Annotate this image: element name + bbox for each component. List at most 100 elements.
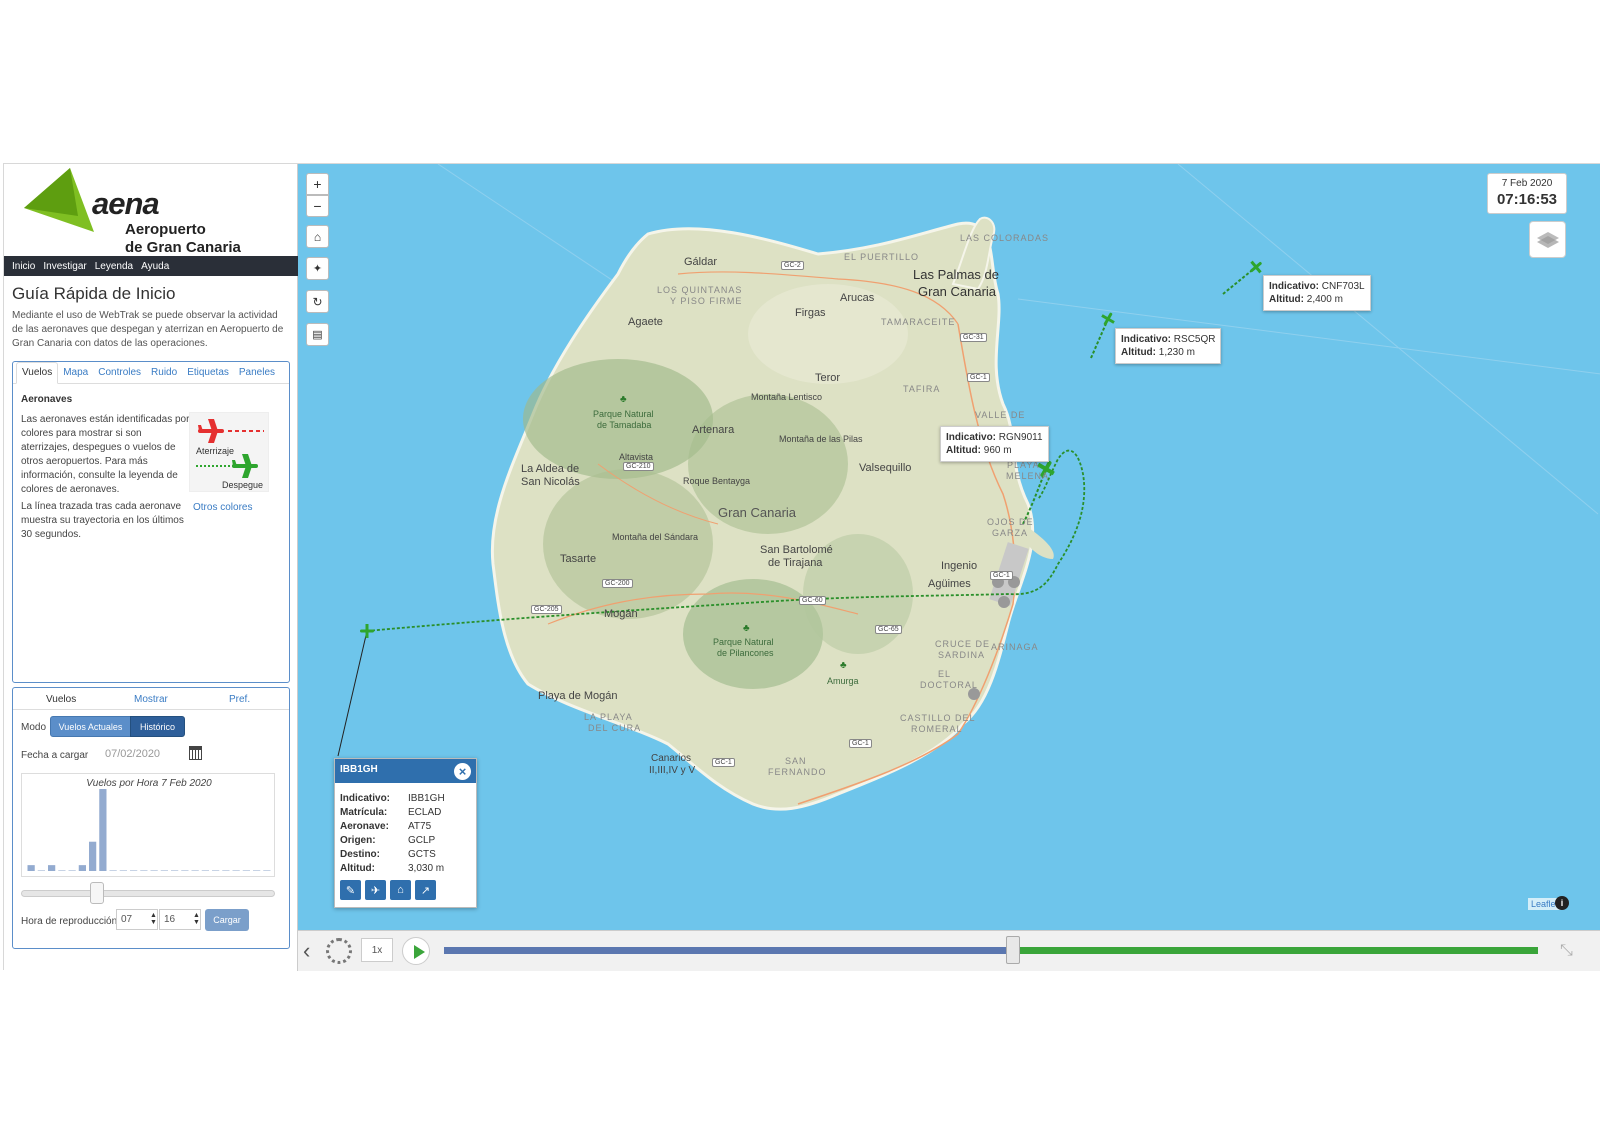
minute-spinner-icon[interactable]: ▲ ▼ xyxy=(193,912,200,926)
place-cura-1: LA PLAYA xyxy=(584,712,633,722)
tooltip-callsign: RGN9011 xyxy=(998,432,1043,443)
place-aguimes: Agüimes xyxy=(928,578,971,590)
histogram-bar xyxy=(78,865,86,871)
place-la-aldea-1: La Aldea de xyxy=(521,463,580,475)
comment-icon[interactable]: ✎ xyxy=(340,880,361,900)
histogram-bar xyxy=(130,870,138,871)
road-shield: GC-60 xyxy=(799,596,826,605)
table-row: Destino: GCTS xyxy=(340,849,436,860)
place-valsequillo: Valsequillo xyxy=(859,462,912,474)
other-colors-link[interactable]: Otros colores xyxy=(193,502,252,513)
tab-ruido[interactable]: Ruido xyxy=(146,367,182,383)
nav-investigar[interactable]: Investigar xyxy=(43,261,86,272)
home-icon[interactable]: ⌂ xyxy=(306,225,329,248)
home-icon[interactable]: ⌂ xyxy=(390,880,411,900)
place-la-aldea-2: San Nicolás xyxy=(521,476,580,488)
aircraft-color-legend: Aterrizaje Despegue xyxy=(189,412,269,492)
tooltip-rgn9011: Indicativo: RGN9011 Altitud: 960 m xyxy=(940,426,1049,462)
place-ingenio: Ingenio xyxy=(941,560,978,572)
expand-icon[interactable]: ⤡ xyxy=(1560,942,1573,960)
histogram-bar xyxy=(119,870,127,871)
hour-spinner-icon[interactable]: ▲ ▼ xyxy=(150,912,157,926)
play-button[interactable] xyxy=(402,937,430,965)
tab-paneles[interactable]: Paneles xyxy=(234,367,280,383)
noise-monitor-icon[interactable] xyxy=(998,596,1010,608)
place-playa-mogan: Playa de Mogán xyxy=(538,690,618,702)
table-row: Origen: GCLP xyxy=(340,835,436,846)
tooltip-altitude: 1,230 m xyxy=(1158,347,1195,358)
histogram-bar xyxy=(89,841,97,871)
place-arinaga: ARINAGA xyxy=(991,642,1039,652)
playback-bar: ‹ 1x ⤡ xyxy=(298,930,1600,971)
speed-button[interactable]: 1x xyxy=(361,938,393,962)
layers-button[interactable] xyxy=(1529,221,1566,258)
tab-controles[interactable]: Controles xyxy=(93,367,146,383)
info-icon[interactable]: i xyxy=(1555,896,1569,910)
place-tamadaba-2: de Tamadaba xyxy=(597,420,652,430)
top-nav: Inicio Investigar Leyenda Ayuda xyxy=(4,256,298,276)
place-tafira: TAFIRA xyxy=(903,384,941,394)
refresh-icon[interactable]: ↻ xyxy=(306,290,329,313)
gear-icon[interactable] xyxy=(326,938,352,964)
place-las-palmas-2: Gran Canaria xyxy=(918,284,997,299)
close-icon[interactable]: × xyxy=(454,763,471,780)
tooltip-rsc5qr: Indicativo: RSC5QR Altitud: 1,230 m xyxy=(1115,328,1222,364)
place-canarios-1: Canarios xyxy=(651,753,692,764)
print-icon[interactable]: ▤ xyxy=(306,323,329,346)
zoom-in-button[interactable]: + xyxy=(306,173,329,195)
plane-icon[interactable]: ✈ xyxy=(365,880,386,900)
place-artenara: Artenara xyxy=(692,424,735,436)
place-doctoral-2: DOCTORAL xyxy=(920,680,978,690)
date-input[interactable] xyxy=(93,743,181,765)
ctrl-tab-pref[interactable]: Pref. xyxy=(229,694,250,705)
place-altavista: Altavista xyxy=(619,452,654,462)
road-shield: GC-205 xyxy=(531,605,562,614)
flight-details-table: Indicativo: IBB1GH Matrícula: ECLAD Aerona… xyxy=(340,792,445,876)
aircraft-icon-rsc5qr[interactable] xyxy=(1098,309,1117,328)
ctrl-tab-mostrar[interactable]: Mostrar xyxy=(134,694,168,705)
ctrl-tab-vuelos[interactable]: Vuelos xyxy=(46,694,76,705)
current-flights-button[interactable]: Vuelos Actuales xyxy=(50,716,131,737)
place-ojos-2: GARZA xyxy=(992,528,1029,538)
tab-vuelos[interactable]: Vuelos xyxy=(16,362,59,384)
park-tree-icon: ♣ xyxy=(840,660,847,671)
place-pilancones-2: de Pilancones xyxy=(717,648,774,658)
load-button[interactable]: Cargar xyxy=(205,909,249,931)
controls-tabs: Vuelos Mostrar Pref. xyxy=(13,688,289,710)
road-shield: GC-1 xyxy=(990,571,1013,580)
aircraft-icon-ibb1gh[interactable] xyxy=(360,624,374,638)
calendar-icon[interactable] xyxy=(189,746,202,760)
date-slider-handle[interactable] xyxy=(90,882,105,904)
playback-hour-label: Hora de reproducción xyxy=(21,916,118,927)
place-gran-canaria: Gran Canaria xyxy=(718,505,797,520)
place-roque-bentayga: Roque Bentayga xyxy=(683,476,751,486)
road-shield: GC-1 xyxy=(849,739,872,748)
timeline-handle[interactable] xyxy=(1005,936,1020,964)
nav-inicio[interactable]: Inicio xyxy=(12,261,35,272)
airport-name-line2: de Gran Canaria xyxy=(125,239,241,256)
chart-line-icon[interactable]: ↗ xyxy=(415,880,436,900)
table-row: Matrícula: ECLAD xyxy=(340,807,442,818)
place-arucas: Arucas xyxy=(840,292,875,304)
trail-text: La línea trazada tras cada aeronave mues… xyxy=(21,501,184,540)
aeronaves-text: Las aeronaves están identificadas por co… xyxy=(21,414,190,495)
nav-ayuda[interactable]: Ayuda xyxy=(141,261,169,272)
histogram-bar xyxy=(27,865,35,871)
table-row: Altitud: 3,030 m xyxy=(340,863,445,874)
tab-etiquetas[interactable]: Etiquetas xyxy=(182,367,234,383)
timeline-track[interactable] xyxy=(444,936,1538,964)
date-slider-track[interactable] xyxy=(21,890,275,897)
zoom-out-button[interactable]: − xyxy=(306,195,329,217)
paw-icon[interactable]: ✦ xyxy=(306,257,329,280)
map-clock: 7 Feb 2020 07:16:53 xyxy=(1487,173,1567,214)
map-view[interactable]: ♣ ♣ ♣ Gáldar Las Palmas de Gran Canaria … xyxy=(298,164,1600,930)
chevron-left-icon[interactable]: ‹ xyxy=(303,938,310,964)
place-san-bartolome-2: de Tirajana xyxy=(768,557,823,569)
histogram-bar xyxy=(191,870,199,871)
controls-panel: Vuelos Mostrar Pref. Modo Vuelos Actuale… xyxy=(12,687,290,949)
histogram-bar xyxy=(109,870,117,871)
popup-actions: ✎ ✈ ⌂ ↗ xyxy=(340,880,436,900)
nav-leyenda[interactable]: Leyenda xyxy=(95,261,133,272)
tab-mapa[interactable]: Mapa xyxy=(58,367,93,383)
history-button[interactable]: Histórico xyxy=(130,716,185,737)
